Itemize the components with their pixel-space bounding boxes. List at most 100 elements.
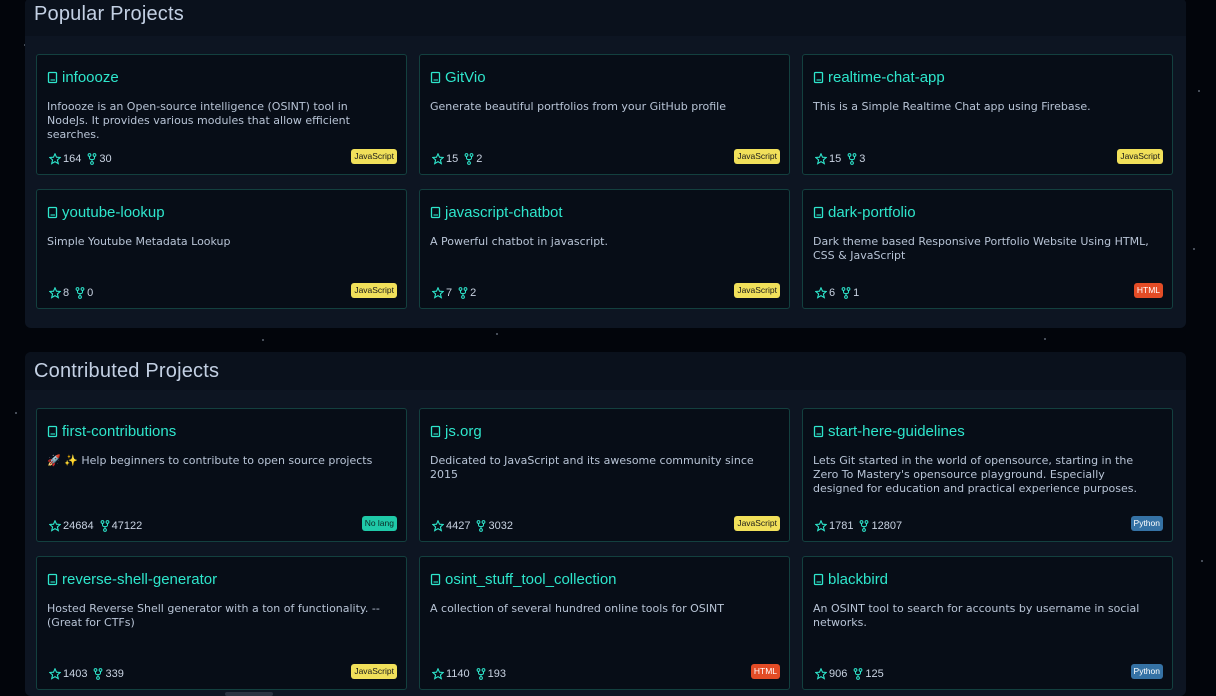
- repo-icon: [47, 206, 58, 218]
- fork-count-value: 47122: [111, 520, 143, 532]
- fork-count-value: 339: [105, 668, 124, 680]
- contributed-projects-section: Contributed Projects first-contributions…: [25, 352, 1186, 696]
- project-card-dark-portfolio[interactable]: dark-portfolio Dark theme based Responsi…: [802, 189, 1173, 309]
- repo-icon: [430, 573, 441, 585]
- repo-description: A collection of several hundred online t…: [430, 602, 724, 615]
- star-icon: [432, 668, 444, 680]
- repo-link[interactable]: js.org: [430, 423, 482, 440]
- repo-link[interactable]: infoooze: [47, 69, 119, 86]
- project-card-osint-stuff-tool-collection[interactable]: osint_stuff_tool_collection A collection…: [419, 556, 790, 690]
- repo-description: Generate beautiful portfolios from your …: [430, 100, 727, 113]
- star-count: 15: [432, 153, 458, 165]
- repo-stats: 24684 47122: [49, 520, 148, 532]
- repo-description: An OSINT tool to search for accounts by …: [813, 602, 1140, 629]
- repo-description: Hosted Reverse Shell generator with a to…: [47, 602, 380, 629]
- star-count: 6: [815, 287, 835, 299]
- repo-stats: 1403 339: [49, 668, 130, 680]
- star-icon: [49, 287, 61, 299]
- repo-stats: 8 0: [49, 287, 99, 299]
- star-icon: [49, 520, 61, 532]
- fork-icon: [75, 287, 85, 299]
- fork-count: 125: [853, 668, 884, 680]
- star-count-value: 15: [829, 153, 842, 165]
- repo-description: This is a Simple Realtime Chat app using…: [813, 100, 1091, 113]
- project-card-youtube-lookup[interactable]: youtube-lookup Simple Youtube Metadata L…: [36, 189, 407, 309]
- fork-count-value: 3: [859, 153, 866, 165]
- repo-description: 🚀 ✨ Help beginners to contribute to open…: [47, 454, 373, 467]
- fork-count: 0: [75, 287, 93, 299]
- fork-count-value: 0: [87, 287, 94, 299]
- star-count-value: 4427: [446, 520, 471, 532]
- repo-icon: [47, 71, 58, 83]
- fork-icon: [458, 287, 468, 299]
- fork-count-value: 125: [865, 668, 884, 680]
- fork-count: 2: [458, 287, 476, 299]
- star-icon: [432, 153, 444, 165]
- background-star: [1198, 90, 1200, 92]
- project-card-first-contributions[interactable]: first-contributions 🚀 ✨ Help beginners t…: [36, 408, 407, 542]
- repo-link[interactable]: realtime-chat-app: [813, 69, 945, 86]
- repo-stats: 1140 193: [432, 668, 512, 680]
- fork-count-value: 30: [99, 153, 112, 165]
- star-count-value: 24684: [63, 520, 94, 532]
- project-card-blackbird[interactable]: blackbird An OSINT tool to search for ac…: [802, 556, 1173, 690]
- star-count-value: 7: [446, 287, 453, 299]
- project-card-gitvio[interactable]: GitVio Generate beautiful portfolios fro…: [419, 54, 790, 175]
- repo-stats: 1781 12807: [815, 520, 908, 532]
- fork-count: 1: [841, 287, 859, 299]
- repo-name: realtime-chat-app: [828, 69, 945, 86]
- fork-count-value: 3032: [488, 520, 513, 532]
- repo-link[interactable]: GitVio: [430, 69, 486, 86]
- project-card-infoooze[interactable]: infoooze Infoooze is an Open-source inte…: [36, 54, 407, 175]
- star-icon: [815, 520, 827, 532]
- star-count-value: 1403: [63, 668, 88, 680]
- star-count: 24684: [49, 520, 94, 532]
- background-star: [15, 412, 17, 414]
- fork-icon: [87, 153, 97, 165]
- star-icon: [815, 153, 827, 165]
- star-icon: [432, 287, 444, 299]
- project-card-js-org[interactable]: js.org Dedicated to JavaScript and its a…: [419, 408, 790, 542]
- fork-icon: [476, 668, 486, 680]
- project-card-start-here-guidelines[interactable]: start-here-guidelines Lets Git started i…: [802, 408, 1173, 542]
- repo-link[interactable]: first-contributions: [47, 423, 176, 440]
- repo-description: A Powerful chatbot in javascript.: [430, 235, 608, 248]
- repo-link[interactable]: reverse-shell-generator: [47, 571, 217, 588]
- project-card-realtime-chat-app[interactable]: realtime-chat-app This is a Simple Realt…: [802, 54, 1173, 175]
- star-icon: [49, 153, 61, 165]
- project-card-reverse-shell-generator[interactable]: reverse-shell-generator Hosted Reverse S…: [36, 556, 407, 690]
- repo-link[interactable]: start-here-guidelines: [813, 423, 965, 440]
- fork-icon: [464, 153, 474, 165]
- repo-stats: 164 30: [49, 153, 118, 165]
- popular-projects-section: Popular Projects infoooze Infoooze is an…: [25, 0, 1186, 328]
- language-badge: JavaScript: [351, 664, 397, 679]
- project-card-javascript-chatbot[interactable]: javascript-chatbot A Powerful chatbot in…: [419, 189, 790, 309]
- fork-icon: [853, 668, 863, 680]
- star-count: 906: [815, 668, 847, 680]
- star-count: 1140: [432, 668, 470, 680]
- repo-link[interactable]: javascript-chatbot: [430, 204, 563, 221]
- fork-count-value: 193: [487, 668, 507, 680]
- section-title: Popular Projects: [34, 3, 184, 25]
- language-badge: JavaScript: [734, 283, 780, 298]
- repo-name: dark-portfolio: [828, 204, 916, 221]
- star-count: 15: [815, 153, 841, 165]
- background-star: [1201, 560, 1203, 562]
- star-count-value: 906: [829, 668, 848, 680]
- repo-link[interactable]: blackbird: [813, 571, 888, 588]
- repo-link[interactable]: dark-portfolio: [813, 204, 916, 221]
- repo-stats: 15 3: [815, 153, 871, 165]
- repo-description: Simple Youtube Metadata Lookup: [47, 235, 231, 248]
- scroll-indicator[interactable]: [225, 692, 273, 696]
- star-count: 164: [49, 153, 81, 165]
- repo-name: js.org: [445, 423, 482, 440]
- repo-link[interactable]: osint_stuff_tool_collection: [430, 571, 617, 588]
- star-icon: [432, 520, 444, 532]
- star-count-value: 164: [63, 153, 82, 165]
- repo-name: infoooze: [62, 69, 119, 86]
- star-count-value: 8: [63, 287, 70, 299]
- language-badge: HTML: [1133, 283, 1163, 298]
- repo-description: Infoooze is an Open-source intelligence …: [47, 100, 350, 141]
- fork-count: 3032: [476, 520, 513, 532]
- repo-link[interactable]: youtube-lookup: [47, 204, 165, 221]
